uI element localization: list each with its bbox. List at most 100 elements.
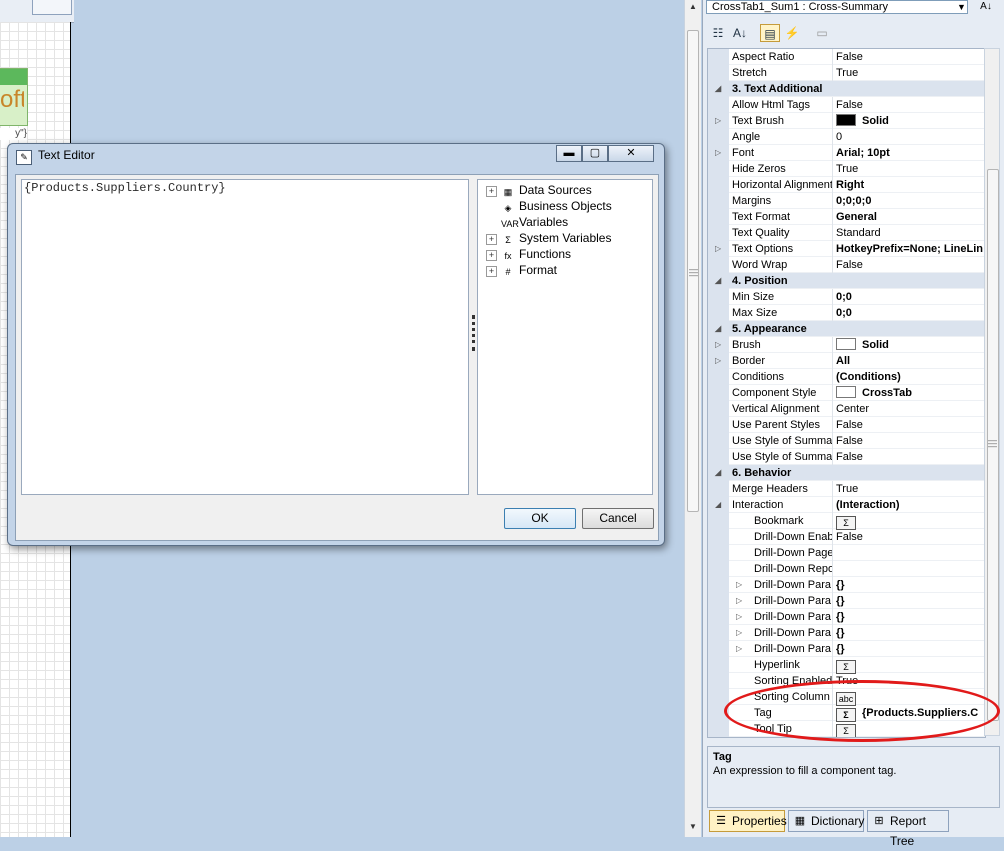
property-row[interactable]: ▷ Drill-Down Para{} bbox=[708, 609, 985, 625]
property-value[interactable]: False bbox=[836, 433, 985, 449]
property-row[interactable]: Drill-Down Page bbox=[708, 545, 985, 561]
collapse-icon[interactable]: ◢ bbox=[715, 497, 721, 513]
property-value[interactable]: {} bbox=[836, 609, 985, 625]
property-value[interactable]: Arial; 10pt bbox=[836, 145, 985, 161]
expression-sigma-icon[interactable]: Σ bbox=[836, 516, 856, 530]
property-row[interactable]: ▷ Border All bbox=[708, 353, 985, 369]
events-lightning-icon[interactable]: ⚡ bbox=[782, 24, 802, 42]
expand-icon[interactable]: ▷ bbox=[715, 337, 721, 353]
collapse-icon[interactable]: ◢ bbox=[715, 321, 721, 337]
property-value[interactable]: Solid bbox=[836, 337, 985, 353]
property-row[interactable]: ▷ Brush Solid bbox=[708, 337, 985, 353]
ok-button[interactable]: OK bbox=[504, 508, 576, 529]
expand-plus-icon[interactable]: + bbox=[486, 266, 497, 277]
property-row[interactable]: Horizontal Alignment Right bbox=[708, 177, 985, 193]
scroll-up-arrow-icon[interactable]: ▲ bbox=[689, 2, 697, 11]
property-value[interactable]: Center bbox=[836, 401, 985, 417]
expand-icon[interactable]: ▷ bbox=[715, 241, 721, 257]
tab-dictionary[interactable]: ▦ Dictionary bbox=[788, 810, 864, 832]
property-value[interactable]: Σ bbox=[836, 657, 985, 674]
maximize-icon[interactable]: ▢ bbox=[582, 145, 608, 162]
property-row[interactable]: Allow Html Tags False bbox=[708, 97, 985, 113]
property-row[interactable]: Hide Zeros True bbox=[708, 161, 985, 177]
property-value[interactable]: {} bbox=[836, 641, 985, 657]
property-row[interactable]: ▷ Text Options HotkeyPrefix=None; LineLin bbox=[708, 241, 985, 257]
expand-plus-icon[interactable]: + bbox=[486, 250, 497, 261]
property-value[interactable]: False bbox=[836, 97, 985, 113]
expand-icon[interactable]: ▷ bbox=[715, 353, 721, 369]
property-value[interactable]: Right bbox=[836, 177, 985, 193]
tab-properties[interactable]: ☰ Properties bbox=[709, 810, 787, 832]
property-row[interactable]: ▷ Drill-Down Para{} bbox=[708, 593, 985, 609]
alphabetical-sort-icon[interactable]: A↓ bbox=[730, 24, 750, 42]
expand-icon[interactable]: ▷ bbox=[736, 641, 742, 657]
expression-sigma-icon[interactable]: Σ bbox=[836, 660, 856, 674]
designer-tab[interactable] bbox=[32, 0, 72, 15]
expression-editor[interactable]: {Products.Suppliers.Country} bbox=[21, 179, 469, 495]
property-value[interactable]: All bbox=[836, 353, 985, 369]
property-category[interactable]: ◢ 5. Appearance bbox=[708, 321, 985, 337]
expand-icon[interactable]: ▷ bbox=[736, 593, 742, 609]
collapse-icon[interactable]: ◢ bbox=[715, 273, 721, 289]
property-row[interactable]: Text Format General bbox=[708, 209, 985, 225]
tree-item-data-sources[interactable]: + ▦ Data Sources bbox=[486, 182, 592, 198]
property-row[interactable]: Use Style of Summa False bbox=[708, 433, 985, 449]
property-value[interactable]: {} bbox=[836, 625, 985, 641]
property-row[interactable]: Aspect Ratio False bbox=[708, 49, 985, 65]
tree-item-variables[interactable]: VARVariables bbox=[486, 214, 568, 230]
expand-icon[interactable]: ▷ bbox=[715, 113, 721, 129]
property-value[interactable]: {} bbox=[836, 593, 985, 609]
property-row[interactable]: Use Style of Summa False bbox=[708, 449, 985, 465]
property-value[interactable]: General bbox=[836, 209, 985, 225]
expand-plus-icon[interactable]: + bbox=[486, 234, 497, 245]
property-category[interactable]: ◢ 3. Text Additional bbox=[708, 81, 985, 97]
property-row[interactable]: Conditions (Conditions) bbox=[708, 369, 985, 385]
component-selector[interactable]: CrossTab1_Sum1 : Cross-Summary bbox=[706, 0, 968, 14]
property-row[interactable]: Use Parent Styles False bbox=[708, 417, 985, 433]
property-category[interactable]: ◢ 4. Position bbox=[708, 273, 985, 289]
properties-view-icon[interactable]: ▤ bbox=[760, 24, 780, 42]
tree-item-system-variables[interactable]: + Σ System Variables bbox=[486, 230, 611, 246]
minimize-icon[interactable]: ▬ bbox=[556, 145, 582, 162]
property-row[interactable]: Hyperlink Σ bbox=[708, 657, 985, 674]
property-row[interactable]: ▷ Drill-Down Para{} bbox=[708, 625, 985, 641]
scroll-down-arrow-icon[interactable]: ▼ bbox=[689, 822, 697, 831]
property-value[interactable]: 0;0 bbox=[836, 289, 985, 305]
property-row[interactable]: Drill-Down Enab False bbox=[708, 529, 985, 545]
sort-az-icon[interactable]: A↓ bbox=[974, 0, 998, 14]
property-row[interactable]: Margins 0;0;0;0 bbox=[708, 193, 985, 209]
property-value[interactable]: False bbox=[836, 257, 985, 273]
property-row[interactable]: Text Quality Standard bbox=[708, 225, 985, 241]
property-value[interactable]: {} bbox=[836, 577, 985, 593]
property-value[interactable]: (Interaction) bbox=[836, 497, 985, 513]
property-row[interactable]: Merge Headers True bbox=[708, 481, 985, 497]
tree-item-business-objects[interactable]: ◈ Business Objects bbox=[486, 198, 612, 214]
expand-icon[interactable]: ▷ bbox=[736, 625, 742, 641]
property-value[interactable]: HotkeyPrefix=None; LineLin bbox=[836, 241, 985, 257]
property-value[interactable]: True bbox=[836, 65, 985, 81]
property-value[interactable]: False bbox=[836, 529, 985, 545]
property-grid-scrollbar[interactable]: — — — bbox=[984, 48, 1000, 736]
property-row[interactable]: Word Wrap False bbox=[708, 257, 985, 273]
property-value[interactable]: Standard bbox=[836, 225, 985, 241]
property-value[interactable]: CrossTab bbox=[836, 385, 985, 401]
designer-vertical-scrollbar[interactable]: ▲ — — — ▼ bbox=[684, 0, 701, 837]
property-value[interactable]: False bbox=[836, 417, 985, 433]
property-row[interactable]: Vertical Alignment Center bbox=[708, 401, 985, 417]
property-value[interactable]: 0;0;0;0 bbox=[836, 193, 985, 209]
property-value[interactable]: False bbox=[836, 49, 985, 65]
close-icon[interactable]: ✕ bbox=[608, 145, 654, 162]
property-row[interactable]: Min Size 0;0 bbox=[708, 289, 985, 305]
property-row[interactable]: ▷ Font Arial; 10pt bbox=[708, 145, 985, 161]
expand-icon[interactable]: ▷ bbox=[736, 577, 742, 593]
property-pages-icon[interactable]: ▭ bbox=[812, 24, 832, 42]
property-value[interactable]: True bbox=[836, 481, 985, 497]
property-row[interactable]: ◢ Interaction (Interaction) bbox=[708, 497, 985, 513]
property-row[interactable]: ▷ Text Brush Solid bbox=[708, 113, 985, 129]
property-row[interactable]: ▷ Drill-Down Para{} bbox=[708, 641, 985, 657]
expand-icon[interactable]: ▷ bbox=[715, 145, 721, 161]
property-row[interactable]: Stretch True bbox=[708, 65, 985, 81]
property-value[interactable]: False bbox=[836, 449, 985, 465]
cancel-button[interactable]: Cancel bbox=[582, 508, 654, 529]
property-row[interactable]: Angle 0 bbox=[708, 129, 985, 145]
